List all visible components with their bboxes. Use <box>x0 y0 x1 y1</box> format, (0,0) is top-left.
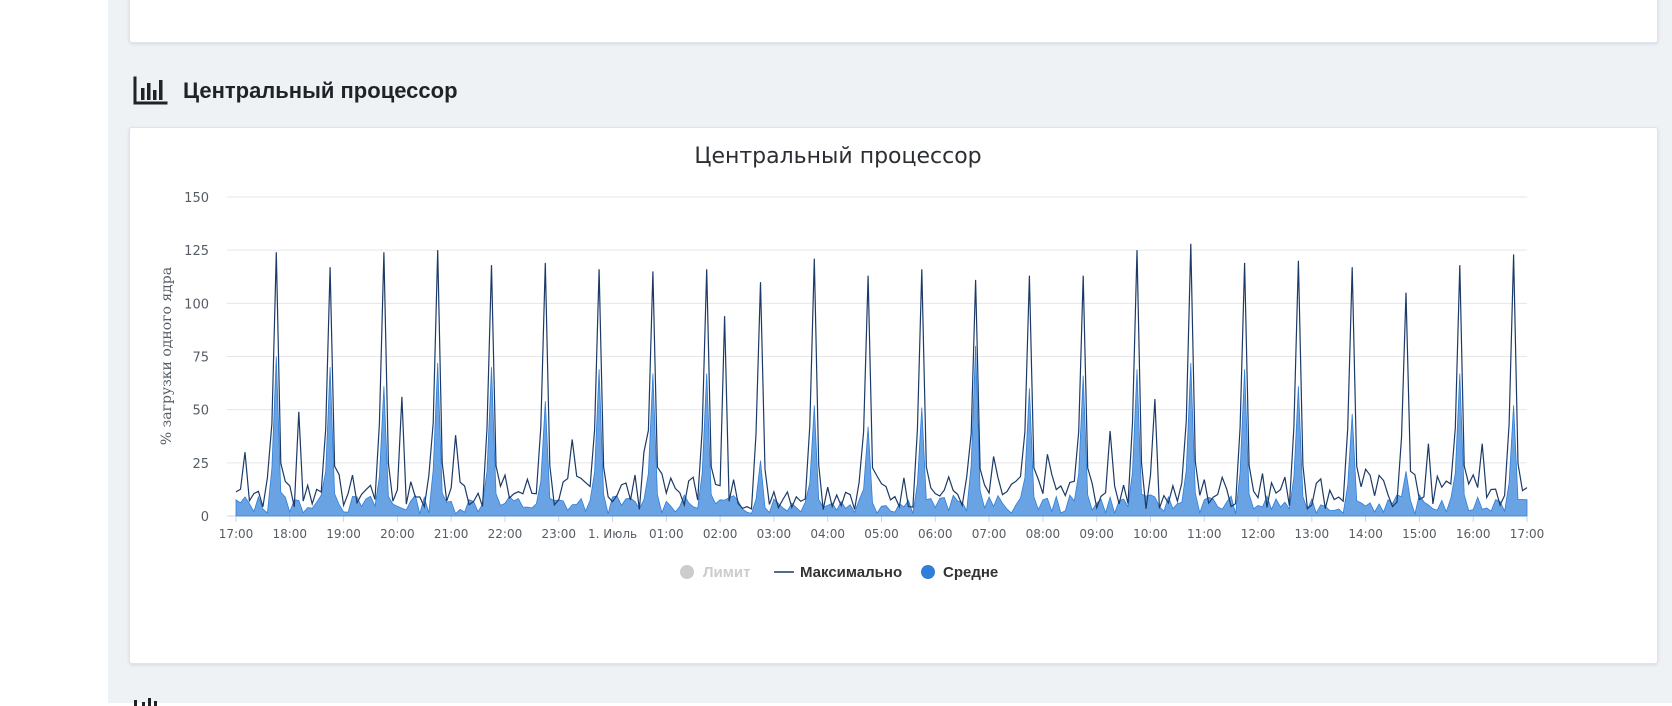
x-tick-label: 16:00 <box>1456 527 1491 541</box>
x-tick-label: 11:00 <box>1187 527 1222 541</box>
y-tick-label: 150 <box>184 191 209 206</box>
x-tick-label: 10:00 <box>1133 527 1168 541</box>
y-tick-label: 0 <box>201 510 209 525</box>
legend-marker-avg <box>921 565 935 579</box>
bar-chart-icon <box>134 698 157 706</box>
x-tick-label: 19:00 <box>326 527 361 541</box>
x-tick-label: 14:00 <box>1348 527 1383 541</box>
x-tick-label: 17:00 <box>219 527 254 541</box>
x-tick-label: 12:00 <box>1241 527 1276 541</box>
x-tick-label: 01:00 <box>649 527 684 541</box>
x-tick-label: 21:00 <box>434 527 469 541</box>
x-tick-label: 20:00 <box>380 527 415 541</box>
x-tick-label: 08:00 <box>1026 527 1061 541</box>
legend-label-limit: Лимит <box>703 564 750 581</box>
x-tick-label: 06:00 <box>918 527 953 541</box>
x-tick-label: 18:00 <box>272 527 307 541</box>
y-tick-label: 100 <box>184 297 209 312</box>
y-tick-label: 25 <box>192 457 209 472</box>
series-area-avg <box>235 345 1528 517</box>
previous-panel-card <box>129 0 1658 43</box>
series-line-max <box>235 243 1528 510</box>
bar-chart-icon <box>133 76 168 105</box>
y-tick-label: 75 <box>192 351 209 366</box>
x-tick-label: 17:00 <box>1510 527 1545 541</box>
x-tick-label: 22:00 <box>488 527 523 541</box>
x-tick-label: 07:00 <box>972 527 1007 541</box>
x-tick-label: 15:00 <box>1402 527 1437 541</box>
x-tick-label: 02:00 <box>703 527 738 541</box>
y-tick-label: 50 <box>192 404 209 419</box>
x-tick-label: 03:00 <box>757 527 792 541</box>
x-tick-label: 1. Июль <box>588 527 637 541</box>
legend-label-max: Максимально <box>800 564 902 581</box>
next-section-header <box>132 692 172 706</box>
legend-marker-limit <box>680 565 694 579</box>
x-tick-label: 13:00 <box>1295 527 1330 541</box>
y-tick-label: 125 <box>184 244 209 259</box>
cpu-chart: Центральный процессор 0 25 50 75 100 125 150 % з… <box>159 144 1545 581</box>
y-axis-title: % загрузки одного ядра <box>159 267 175 445</box>
x-tick-label: 04:00 <box>810 527 845 541</box>
legend-label-avg: Средне <box>943 564 998 581</box>
section-header: Центральный процессор <box>132 73 458 109</box>
chart-title: Центральный процессор <box>694 144 981 169</box>
x-tick-label: 09:00 <box>1079 527 1114 541</box>
section-title: Центральный процессор <box>183 78 458 103</box>
x-tick-label: 05:00 <box>864 527 899 541</box>
x-tick-label: 23:00 <box>541 527 576 541</box>
